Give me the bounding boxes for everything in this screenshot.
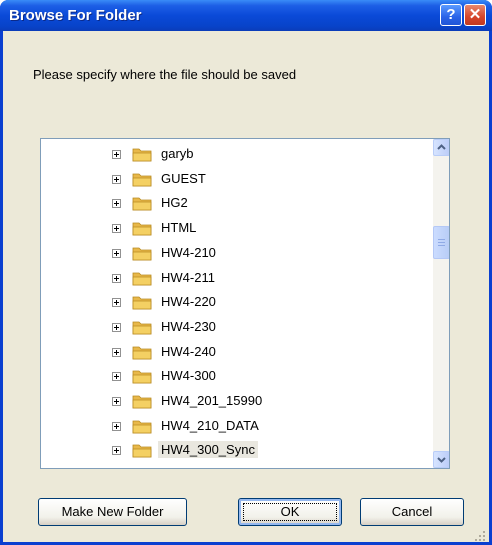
tree-item[interactable]: HW4-300: [41, 366, 441, 390]
thumb-grip-line: [438, 245, 445, 246]
plus-box-icon[interactable]: [112, 446, 121, 456]
close-button[interactable]: ✕: [464, 4, 486, 26]
tree-item-label: garyb: [161, 146, 194, 161]
folder-icon: [132, 395, 152, 409]
tree-item[interactable]: HTML: [41, 218, 441, 242]
thumb-grip-line: [438, 239, 445, 240]
tree-item[interactable]: GUEST: [41, 169, 441, 193]
tree-item-label: HW4-230: [161, 318, 216, 334]
folder-icon: [132, 148, 152, 162]
window-title: Browse For Folder: [9, 7, 142, 24]
cancel-label: Cancel: [391, 504, 433, 519]
folder-icon: [132, 296, 152, 310]
plus-box-icon[interactable]: [112, 273, 121, 283]
plus-box-icon[interactable]: [112, 397, 121, 406]
scroll-up-button[interactable]: [433, 139, 449, 156]
tree-item-label: HW4_201_15990: [161, 393, 263, 408]
tree-item-label: HW4_300_Sync: [158, 441, 258, 459]
tree-item[interactable]: HW4-220: [41, 292, 441, 316]
tree-item[interactable]: HW4-230: [41, 317, 441, 341]
folder-tree[interactable]: garyb GUEST HG2 HTML HW4-210 HW4-211 HW4-220 HW…: [40, 138, 450, 469]
tree-item[interactable]: HW4_300_Sync: [41, 440, 441, 464]
folder-icon: [132, 444, 152, 458]
tree-item-label: HW4-210: [161, 244, 216, 260]
folder-icon: [132, 321, 152, 335]
ok-button[interactable]: OK: [238, 498, 342, 526]
plus-box-icon[interactable]: [112, 174, 121, 184]
browse-for-folder-window: Browse For Folder ? ✕ Please specify whe…: [0, 0, 492, 545]
help-button[interactable]: ?: [440, 4, 462, 26]
folder-icon: [132, 222, 152, 236]
chevron-down-icon: [437, 457, 446, 463]
title-bar[interactable]: Browse For Folder ? ✕: [0, 0, 492, 31]
scroll-thumb[interactable]: [433, 226, 449, 259]
tree-item[interactable]: HW4-211: [41, 268, 441, 292]
tree-item[interactable]: HW4-240: [41, 342, 441, 366]
resize-grip-icon[interactable]: [474, 530, 486, 542]
tree-item[interactable]: HW4-210: [41, 243, 441, 267]
prompt-text: Please specify where the file should be …: [33, 67, 297, 82]
scroll-down-button[interactable]: [433, 451, 449, 468]
close-icon: ✕: [468, 6, 482, 23]
dialog-body: Please specify where the file should be …: [3, 31, 489, 542]
folder-icon: [132, 420, 152, 434]
tree-item-label: HW4-240: [161, 343, 216, 359]
cancel-button[interactable]: Cancel: [360, 498, 464, 526]
folder-icon: [132, 370, 152, 384]
make-new-folder-button[interactable]: Make New Folder: [38, 498, 187, 526]
folder-icon: [132, 272, 152, 285]
plus-box-icon[interactable]: [112, 248, 121, 258]
plus-box-icon[interactable]: [112, 372, 121, 382]
focus-ring: [243, 503, 337, 521]
folder-icon: [132, 173, 152, 187]
tree-item[interactable]: HG2: [41, 193, 441, 217]
tree-item[interactable]: HW4_201_15990: [41, 391, 441, 415]
tree-item-label: HTML: [161, 220, 197, 236]
tree-item-label: HW4_210_DATA: [161, 417, 259, 433]
thumb-grip-line: [438, 242, 445, 243]
plus-box-icon[interactable]: [112, 199, 121, 209]
tree-item-label: HG2: [161, 195, 188, 211]
folder-icon: [132, 197, 152, 211]
make-new-folder-label: Make New Folder: [61, 504, 164, 519]
tree-item[interactable]: garyb: [41, 144, 441, 168]
folder-icon: [132, 247, 152, 261]
help-icon: ?: [446, 6, 456, 23]
vertical-scrollbar[interactable]: [433, 139, 449, 468]
chevron-up-icon: [437, 144, 446, 150]
tree-item-label: GUEST: [161, 170, 206, 186]
plus-box-icon[interactable]: [112, 150, 121, 159]
folder-icon: [132, 346, 152, 359]
tree-item-label: HW4-211: [161, 269, 215, 285]
plus-box-icon[interactable]: [112, 298, 121, 308]
tree-item-label: HW4-220: [161, 294, 216, 310]
plus-box-icon[interactable]: [112, 421, 121, 431]
plus-box-icon[interactable]: [112, 322, 121, 332]
tree-item-label: HW4-300: [161, 368, 216, 384]
plus-box-icon[interactable]: [112, 224, 121, 234]
tree-item[interactable]: HW4_210_DATA: [41, 416, 441, 440]
plus-box-icon[interactable]: [112, 347, 121, 357]
